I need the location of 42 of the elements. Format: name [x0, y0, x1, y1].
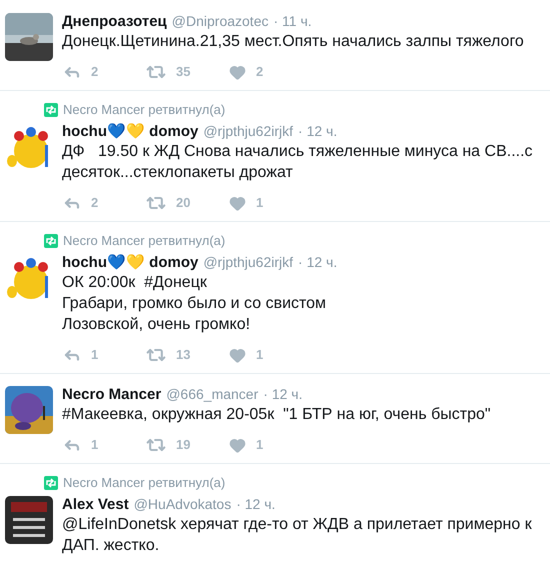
author-handle[interactable]: @666_mancer	[166, 384, 258, 405]
tweet-text: @LifeInDonetsk херячат где-то от ЖДВ а прилетает примерно к ДАП. жестко.	[62, 515, 533, 556]
retweet-icon	[44, 234, 58, 248]
author-name[interactable]: Necro Mancer	[62, 384, 162, 406]
tweet-time[interactable]: · 12 ч.	[298, 121, 338, 142]
like-count: 1	[256, 194, 264, 212]
reply-count: 2	[91, 194, 98, 212]
reply-count: 1	[91, 346, 98, 364]
tweet-text: ДФ 19.50 к ЖД Снова начались тяжеленные минуса на СВ....с десяток...стеклопакеты дрожат	[62, 142, 534, 183]
author-handle[interactable]: @HuAdvokatos	[134, 494, 232, 515]
retweet-count: 35	[176, 63, 190, 82]
tweet-time[interactable]: · 12 ч.	[263, 384, 302, 405]
author-name[interactable]: Alex Vest	[62, 494, 129, 516]
retweet-notice: Necro Mancer ретвитнул(а)	[63, 232, 226, 250]
author-handle[interactable]: @Dniproazotec	[172, 11, 268, 32]
heart-icon[interactable]	[229, 346, 246, 364]
heart-icon[interactable]	[229, 436, 246, 454]
author-name[interactable]: hochu💙💛 domoy	[62, 121, 198, 144]
retweet-count: 13	[176, 346, 190, 364]
heart-icon[interactable]	[229, 194, 246, 212]
like-count: 1	[256, 346, 264, 364]
retweet-count: 19	[176, 436, 190, 454]
author-handle[interactable]: @rjpthju62irjkf	[203, 252, 294, 273]
heart-icon[interactable]	[229, 64, 246, 80]
retweet-notice: Necro Mancer ретвитнул(а)	[63, 101, 226, 120]
tweet-time[interactable]: · 12 ч.	[236, 494, 276, 515]
author-name[interactable]: Днепроазотец	[62, 11, 167, 34]
retweet-count: 20	[176, 194, 190, 212]
retweet-icon	[44, 476, 58, 490]
reply-count: 1	[91, 436, 98, 454]
retweet-icon	[44, 103, 58, 117]
author-handle[interactable]: @rjpthju62irjkf	[203, 121, 294, 142]
tweet-text: #Макеевка, окружная 20-05к "1 БТР на юг, очень быстро"	[62, 405, 492, 425]
like-count: 1	[256, 436, 264, 454]
author-name[interactable]: hochu💙💛 domoy	[62, 252, 198, 274]
tweet-text: Донецк.Щетинина.21,35 мест.Опять начались залпы тяжелого	[62, 32, 525, 52]
tweet-time[interactable]: · 11 ч.	[273, 11, 312, 32]
tweet-time[interactable]: · 12 ч.	[298, 252, 338, 273]
reply-count: 2	[91, 63, 98, 82]
retweet-notice: Necro Mancer ретвитнул(а)	[63, 474, 226, 492]
like-count: 2	[256, 63, 264, 82]
tweet-text: ОК 20:00к #Донецк Грабари, громко было и со свистом Лозовской, очень громко!	[62, 273, 328, 335]
